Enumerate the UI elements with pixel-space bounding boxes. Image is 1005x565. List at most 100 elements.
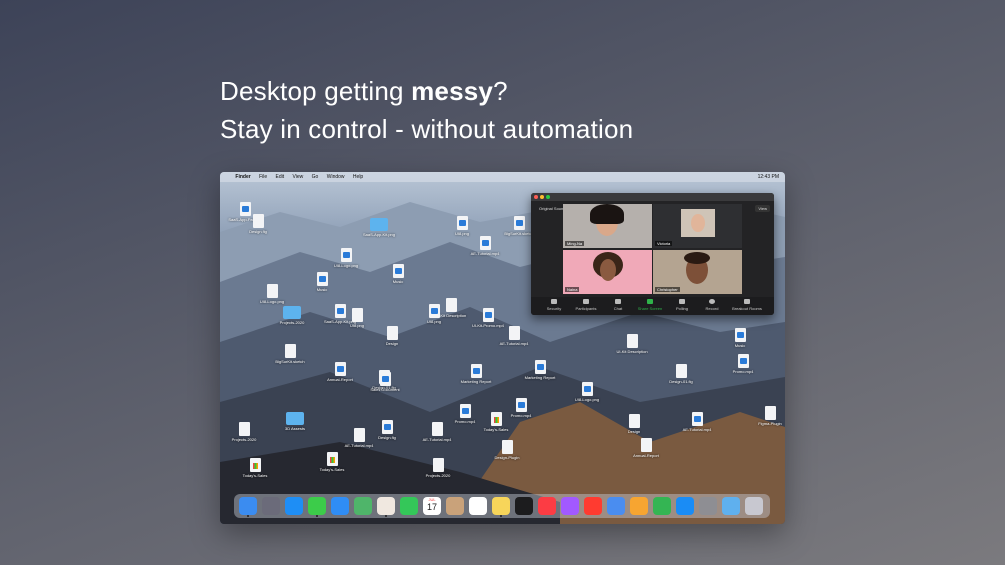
document-icon [501,440,513,454]
view-button[interactable]: View [755,205,770,212]
menu-window[interactable]: Window [327,172,345,182]
calendar-day: 17 [426,502,437,512]
document-icon [640,438,652,452]
running-indicator [500,515,502,517]
desktop-file[interactable]: Design [372,326,412,346]
video-tile: Victoria [653,204,742,248]
desktop-file[interactable]: UI8.png [414,304,454,324]
share-screen-icon [647,299,653,304]
launchpad-icon[interactable] [262,497,280,515]
menu-go[interactable]: Go [312,172,319,182]
desktop-file[interactable]: UI8.png [442,216,482,236]
desktop-file[interactable]: SaaS-App-Kit.png [359,218,399,237]
desktop-file[interactable]: Design.fig [238,214,278,234]
menu-help[interactable]: Help [353,172,363,182]
desktop-file[interactable]: Marketing Report [456,364,496,384]
app-store-icon[interactable] [676,497,694,515]
desktop-file[interactable]: Projects-2020 [224,422,264,442]
numbers-icon[interactable] [653,497,671,515]
document-icon [284,344,296,358]
participant-name: Ming-Na [565,241,585,246]
desktop-file[interactable]: UI8.png [337,308,377,328]
desktop-file[interactable]: Music [302,272,342,292]
desktop-file[interactable]: Annual-Report [626,438,666,458]
tv-icon[interactable] [515,497,533,515]
document-icon [764,406,776,420]
file-label: Projects-2020 [279,320,305,325]
news-icon[interactable] [584,497,602,515]
desktop-file[interactable]: BigSurKit.sketch [270,344,310,364]
safari-icon[interactable] [285,497,303,515]
desktop-file[interactable]: Today's-Sales [312,452,352,472]
chat-button[interactable]: Chat [603,299,633,311]
facetime-icon[interactable] [400,497,418,515]
menubar-clock[interactable]: 12:43 PM [758,172,779,182]
desktop-file[interactable]: UI-Kit-Promo.mp4 [468,308,508,328]
file-label: AE-Tutorial.mp4 [682,427,712,432]
desktop-file[interactable]: Design [614,414,654,434]
desktop-file[interactable]: AE-Tutorial.mp4 [494,326,534,346]
file-label: Design.fig [378,435,396,440]
document-icon [734,328,746,342]
desktop-file[interactable]: Projects-2020 [272,306,312,325]
mail-icon[interactable] [331,497,349,515]
desktop-file[interactable]: Promo.mp4 [723,354,763,374]
menu-view[interactable]: View [293,172,304,182]
desktop-file[interactable]: Annual-Report [320,362,360,382]
maximize-icon[interactable] [546,195,550,199]
keynote-icon[interactable] [607,497,625,515]
desktop-file[interactable]: UI8-Logo.png [326,248,366,268]
menu-finder[interactable]: Finder [235,172,250,182]
desktop-file[interactable]: Sales Document [365,372,405,392]
desktop-file[interactable]: Design-01.fig [661,364,701,384]
document-icon [266,284,278,298]
file-label: Design-Plugin [494,455,520,460]
desktop-file[interactable]: 3D Assests [275,412,315,431]
participants-button[interactable]: Participants [571,299,601,311]
podcasts-icon[interactable] [561,497,579,515]
photos-icon[interactable] [377,497,395,515]
file-label: Sales Document [370,387,400,392]
system-preferences-icon[interactable] [699,497,717,515]
file-label: Projects-2020 [231,437,257,442]
desktop-file[interactable]: UI8-Logo.png [252,284,292,304]
music-icon[interactable] [538,497,556,515]
close-icon[interactable] [534,195,538,199]
minimize-icon[interactable] [540,195,544,199]
desktop-file[interactable]: Figma-Plugin [750,406,785,426]
desktop-file[interactable]: Marketing Report [520,360,560,380]
calendar-icon[interactable]: JUL 17 [423,497,441,515]
folder-icon[interactable] [722,497,740,515]
desktop-file[interactable]: AE-Tutorial.mp4 [417,422,457,442]
notes-icon[interactable] [492,497,510,515]
document-icon [392,264,404,278]
desktop-file[interactable]: Projects-2020 [418,458,458,478]
document-icon [470,364,482,378]
security-button[interactable]: Security [539,299,569,311]
video-tile: Ming-Na [563,204,652,248]
desktop-file[interactable]: UI8-Logo.png [567,382,607,402]
record-button[interactable]: Record [697,299,727,311]
desktop-file[interactable]: Design.fig [367,420,407,440]
reminders-icon[interactable] [469,497,487,515]
polling-button[interactable]: Polling [667,299,697,311]
contacts-icon[interactable] [446,497,464,515]
desktop-file[interactable]: Today's-Sales [476,412,516,432]
menu-file[interactable]: File [259,172,267,182]
trash-icon[interactable] [745,497,763,515]
desktop-file[interactable]: AE-Tutorial.mp4 [465,236,505,256]
desktop-file[interactable]: UI-Kit Description [612,334,652,354]
breakout-rooms-button[interactable]: Breakout Rooms [729,299,765,311]
desktop-file[interactable]: Music [378,264,418,284]
finder-icon[interactable] [239,497,257,515]
menu-edit[interactable]: Edit [276,172,285,182]
desktop-file[interactable]: Music [720,328,760,348]
share-screen-button[interactable]: Share Screen [635,299,665,311]
messages-icon[interactable] [308,497,326,515]
desktop-file[interactable]: Design-Plugin [487,440,527,460]
file-label: Marketing Report [524,375,556,380]
desktop-file[interactable]: Today's-Sales [235,458,275,478]
maps-icon[interactable] [354,497,372,515]
desktop-file[interactable]: AE-Tutorial.mp4 [677,412,717,432]
pages-icon[interactable] [630,497,648,515]
